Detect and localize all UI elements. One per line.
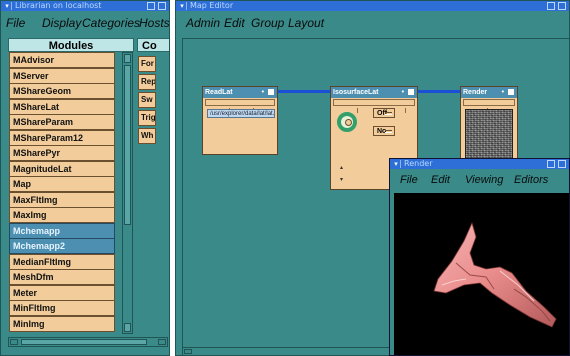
menu-categories[interactable]: Categories — [82, 16, 140, 30]
module-list-item[interactable]: MShareLat — [9, 98, 115, 115]
isosurface-render — [433, 221, 557, 328]
module-menu-icon[interactable]: • — [402, 89, 414, 96]
module-readlat-titlebar[interactable]: ReadLat • — [203, 87, 277, 98]
slider-down-arrow-icon[interactable]: ▾ — [340, 177, 343, 183]
menu-admin[interactable]: Admin — [186, 16, 220, 30]
module-maximize-icon[interactable] — [508, 89, 514, 96]
window-menu-icon[interactable]: ▾ — [392, 160, 401, 168]
module-list-item[interactable]: MeshDfm — [9, 269, 115, 285]
module-list-item[interactable]: MagnitudeLat — [9, 160, 115, 177]
module-render-titlebar[interactable]: Render • — [461, 87, 517, 98]
module-list-item[interactable]: Meter — [9, 284, 115, 301]
menu-layout[interactable]: Layout — [288, 16, 324, 30]
readlat-file-field[interactable]: /usr/explorer/data/lat/lat.ml — [207, 109, 275, 118]
categories-header: Co — [137, 38, 169, 52]
render-menubar: File Edit Viewing Editors — [390, 169, 569, 193]
render-window: ▾ Render File Edit Viewing Editors — [389, 158, 570, 356]
module-readlat-title: ReadLat — [205, 89, 233, 96]
hscroll-left-arrow-icon[interactable] — [10, 339, 18, 345]
modules-scroll-thumb[interactable] — [124, 65, 131, 225]
module-readlat-ports[interactable] — [205, 99, 275, 113]
map-hscrollbar[interactable] — [182, 347, 392, 355]
module-list-item[interactable]: MShareParam12 — [9, 129, 115, 146]
render-titlebar[interactable]: ▾ Render — [390, 159, 569, 169]
category-list-item[interactable]: Rep — [138, 74, 156, 90]
librarian-window: ▾ Librarian on localhost File Display Ca… — [0, 0, 170, 356]
scroll-up-arrow-icon[interactable] — [124, 54, 131, 63]
render-menu-editors[interactable]: Editors — [514, 174, 548, 186]
modules-header: Modules — [8, 38, 134, 52]
menu-hosts[interactable]: Hosts — [139, 16, 169, 30]
category-list-item[interactable]: Wh — [138, 128, 156, 144]
module-list-item[interactable]: MedianFltImg — [9, 253, 115, 270]
module-list-item[interactable]: Map — [9, 176, 115, 192]
hscroll-thumb[interactable] — [21, 339, 147, 345]
module-isosurface-ports[interactable] — [333, 99, 415, 113]
isosurface-shape — [433, 221, 557, 328]
maximize-icon[interactable] — [558, 2, 566, 10]
category-list-item[interactable]: For — [138, 56, 156, 72]
isosurface-option-off[interactable]: Off — [373, 108, 395, 118]
render-preview-thumbnail — [465, 109, 513, 159]
slider-up-arrow-icon[interactable]: ▴ — [340, 165, 343, 171]
window-menu-icon[interactable]: ▾ — [178, 2, 187, 10]
maximize-icon[interactable] — [558, 160, 566, 168]
render-menu-edit[interactable]: Edit — [431, 174, 450, 186]
module-list-item[interactable]: MServer — [9, 67, 115, 84]
render-menu-file[interactable]: File — [400, 174, 418, 186]
wire-readlat-isosurface[interactable] — [278, 90, 330, 93]
module-render-ports[interactable] — [463, 99, 515, 113]
minimize-icon[interactable] — [547, 2, 555, 10]
minimize-icon[interactable] — [547, 160, 555, 168]
module-list-item[interactable]: MShareGeom — [9, 83, 115, 99]
librarian-hscrollbar[interactable] — [8, 337, 168, 347]
module-list-item[interactable]: MShareParam — [9, 114, 115, 130]
module-list-item[interactable]: MaxFltImg — [9, 191, 115, 208]
module-list-item[interactable]: Mchemapp — [9, 222, 115, 239]
menu-file[interactable]: File — [6, 16, 25, 30]
category-list-item[interactable]: Trig — [138, 110, 156, 126]
module-list-item[interactable]: MinFltImg — [9, 300, 115, 316]
map-editor-title: Map Editor — [190, 1, 234, 10]
isosurface-option-no[interactable]: No — [373, 126, 395, 136]
module-list-item[interactable]: MSharePyr — [9, 145, 115, 161]
librarian-menubar: File Display Categories Hosts — [1, 11, 169, 35]
menu-display[interactable]: Display — [42, 16, 81, 30]
menu-group[interactable]: Group — [251, 16, 284, 30]
menu-edit[interactable]: Edit — [224, 16, 245, 30]
map-editor-menubar: Admin Edit Group Layout — [176, 11, 569, 35]
module-render-title: Render — [463, 89, 488, 96]
module-menu-icon[interactable]: • — [262, 89, 274, 96]
categories-list: For Rep Sw Trig Wh — [138, 52, 168, 172]
module-list-item[interactable]: MinImg — [9, 315, 115, 332]
render-menu-viewing[interactable]: Viewing — [465, 174, 503, 186]
module-menu-icon[interactable]: • — [502, 89, 514, 96]
module-isosurface-title: IsosurfaceLat — [333, 89, 379, 96]
module-maximize-icon[interactable] — [268, 89, 274, 96]
render-window-title: Render — [404, 159, 433, 168]
minimize-icon[interactable] — [147, 2, 155, 10]
module-isosurface-titlebar[interactable]: IsosurfaceLat • — [331, 87, 417, 98]
maximize-icon[interactable] — [158, 2, 166, 10]
scroll-down-arrow-icon[interactable] — [124, 323, 131, 332]
map-editor-titlebar[interactable]: ▾ Map Editor — [176, 1, 569, 11]
module-render[interactable]: Render • — [460, 86, 518, 160]
threshold-dial-icon[interactable] — [337, 112, 357, 132]
librarian-titlebar[interactable]: ▾ Librarian on localhost — [1, 1, 169, 11]
hscroll-right-arrow-icon[interactable] — [158, 339, 166, 345]
modules-list: MAdvisor MServer MShareGeom MShareLat MShare… — [9, 52, 121, 334]
hscroll-left-arrow-icon[interactable] — [184, 349, 192, 354]
module-list-item[interactable]: MAdvisor — [9, 52, 115, 68]
module-maximize-icon[interactable] — [408, 89, 414, 96]
librarian-title: Librarian on localhost — [15, 1, 102, 10]
wire-isosurface-render[interactable] — [418, 90, 460, 93]
modules-vscrollbar[interactable] — [122, 52, 133, 334]
category-list-item[interactable]: Sw — [138, 92, 156, 108]
module-readlat[interactable]: ReadLat • /usr/explorer/data/lat/lat.ml — [202, 86, 278, 155]
module-list-item[interactable]: Mchemapp2 — [9, 238, 115, 254]
window-menu-icon[interactable]: ▾ — [3, 2, 12, 10]
module-list-item[interactable]: MaxImg — [9, 207, 115, 223]
render-viewport[interactable] — [394, 193, 569, 355]
